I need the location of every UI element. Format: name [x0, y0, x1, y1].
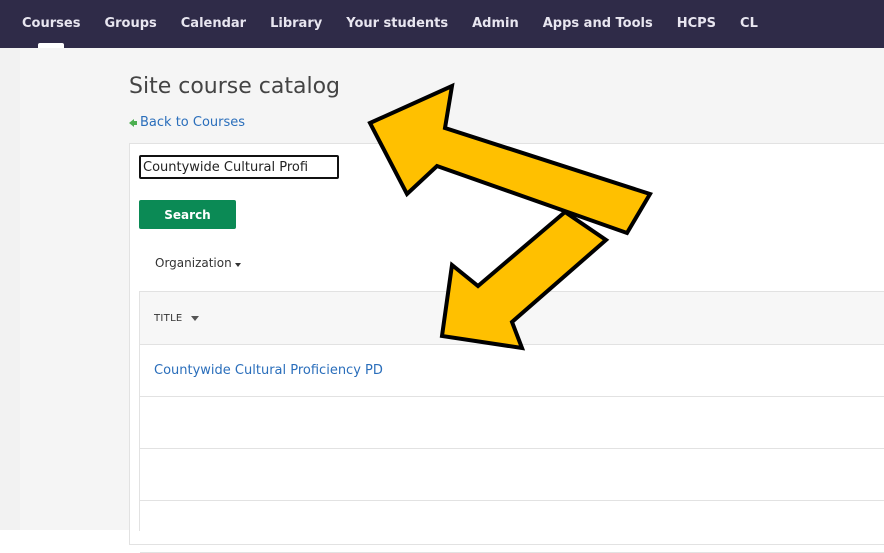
nav-item-library[interactable]: Library [258, 0, 334, 48]
top-navigation: Courses Groups Calendar Library Your stu… [0, 0, 884, 48]
nav-lead-spacer [0, 0, 10, 48]
organization-filter[interactable]: Organization [155, 256, 241, 270]
table-header[interactable]: TITLE [140, 291, 884, 345]
search-button[interactable]: Search [139, 200, 236, 229]
course-title-link[interactable]: Countywide Cultural Proficiency PD [154, 363, 383, 378]
back-link-label: Back to Courses [140, 115, 246, 130]
results-table: TITLE Countywide Cultural Proficiency PD [139, 291, 884, 553]
nav-item-cl[interactable]: CL [728, 0, 770, 48]
sort-down-icon [190, 315, 199, 321]
table-row[interactable]: Countywide Cultural Proficiency PD [140, 345, 884, 397]
left-gutter [0, 48, 20, 530]
table-row [140, 449, 884, 501]
page-title: Site course catalog [129, 74, 340, 99]
nav-item-admin[interactable]: Admin [460, 0, 531, 48]
table-row [140, 501, 884, 553]
caret-down-icon [234, 262, 241, 267]
table-row [140, 397, 884, 449]
search-input[interactable] [139, 155, 339, 179]
nav-item-hcps[interactable]: HCPS [665, 0, 728, 48]
nav-item-courses[interactable]: Courses [10, 0, 92, 48]
column-header-title: TITLE [154, 312, 183, 324]
nav-item-groups[interactable]: Groups [92, 0, 168, 48]
nav-item-calendar[interactable]: Calendar [169, 0, 258, 48]
nav-item-apps-and-tools[interactable]: Apps and Tools [531, 0, 665, 48]
nav-item-your-students[interactable]: Your students [334, 0, 460, 48]
organization-filter-label: Organization [155, 256, 232, 270]
back-to-courses-link[interactable]: Back to Courses [129, 115, 245, 130]
arrow-left-icon [129, 118, 137, 127]
